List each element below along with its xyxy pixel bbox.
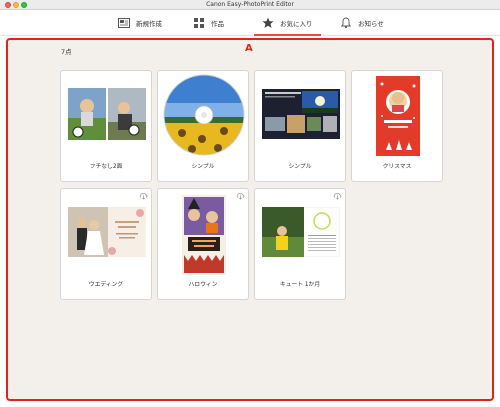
favorites-panel: 7点 A フチなし2面 シンプル シンプル クリスマス ウエディング ハロウィン… xyxy=(6,38,494,401)
grid-icon xyxy=(194,18,204,28)
favorite-card-christmas[interactable]: クリスマス xyxy=(351,70,443,182)
favorite-card-borderless-2[interactable]: フチなし2面 xyxy=(60,70,152,182)
nav-tab-label: 作品 xyxy=(211,20,224,28)
nav-tab-label: お気に入り xyxy=(280,20,313,28)
nav-tab-favorites[interactable]: お気に入り xyxy=(254,10,320,36)
card-label: ウエディング xyxy=(88,282,124,288)
card-label: クリスマス xyxy=(382,164,412,170)
nav-tab-new[interactable]: 新規作成 xyxy=(118,10,162,36)
callout-label: A xyxy=(245,43,253,54)
nav-tab-label: 新規作成 xyxy=(136,20,162,28)
card-label: キュート 1か月 xyxy=(279,282,321,288)
calendar-thumbnail xyxy=(262,207,340,257)
favorite-card-simple-collage[interactable]: シンプル xyxy=(254,70,346,182)
star-icon xyxy=(262,17,274,28)
nav-bar: 新規作成 作品 お気に入り お知らせ xyxy=(0,10,500,36)
favorite-card-cute-1month[interactable]: キュート 1か月 xyxy=(254,188,346,300)
item-count: 7点 xyxy=(61,48,72,56)
nav-tab-label: お知らせ xyxy=(358,20,384,28)
card-label: ハロウィン xyxy=(188,282,218,288)
disc-label-thumbnail xyxy=(163,74,245,156)
card-label: シンプル xyxy=(191,164,215,170)
new-creation-icon xyxy=(118,18,130,28)
title-bar: Canon Easy-PhotoPrint Editor xyxy=(0,0,500,10)
bell-icon xyxy=(340,17,352,29)
cloud-download-icon xyxy=(139,193,148,200)
nav-tab-news[interactable]: お知らせ xyxy=(340,10,384,36)
card-label: フチなし2面 xyxy=(89,164,123,170)
cloud-download-icon xyxy=(333,193,342,200)
halloween-card-thumbnail xyxy=(182,195,226,275)
window-title: Canon Easy-PhotoPrint Editor xyxy=(206,1,294,8)
wedding-thumbnail xyxy=(68,207,146,257)
favorite-card-wedding[interactable]: ウエディング xyxy=(60,188,152,300)
collage-thumbnail xyxy=(262,89,340,139)
favorite-card-simple-disc[interactable]: シンプル xyxy=(157,70,249,182)
card-label: シンプル xyxy=(288,164,312,170)
nav-tab-works[interactable]: 作品 xyxy=(193,10,224,36)
christmas-card-thumbnail xyxy=(376,76,420,156)
favorite-card-halloween[interactable]: ハロウィン xyxy=(157,188,249,300)
cloud-download-icon xyxy=(236,193,245,200)
thumbnail-image xyxy=(68,88,146,140)
